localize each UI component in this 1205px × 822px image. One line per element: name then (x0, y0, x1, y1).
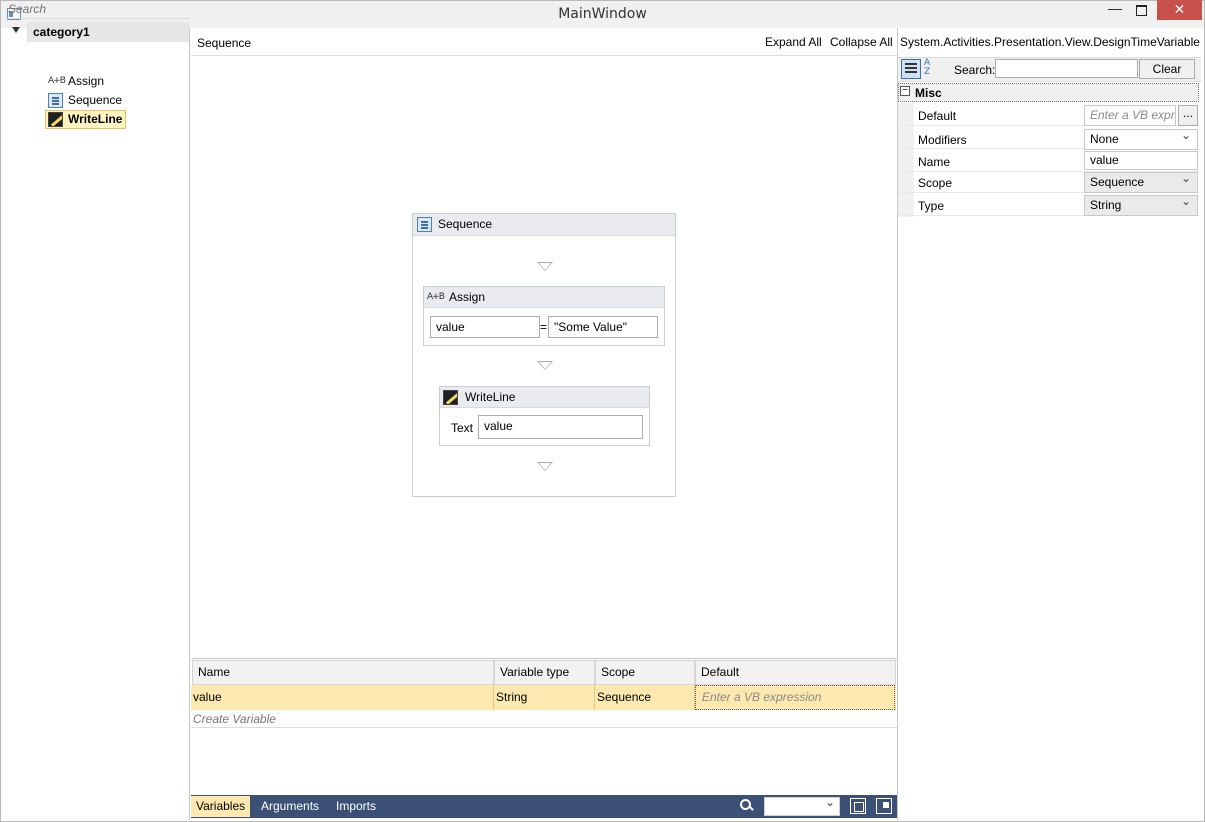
overview-map-icon[interactable] (876, 798, 892, 814)
maximize-button[interactable] (1128, 0, 1154, 20)
breadcrumb[interactable]: Sequence (197, 36, 251, 50)
assign-activity[interactable]: A+B Assign value = "Some Value" (423, 286, 665, 346)
property-name-type: Type (918, 199, 945, 213)
expand-all-link[interactable]: Expand All (765, 35, 822, 49)
alphabetical-sort-icon[interactable]: A Z (924, 59, 944, 79)
property-name-name: Name (918, 155, 951, 169)
toolbox-item-writeline[interactable]: WriteLine (45, 110, 127, 129)
toolbox-item-label: Assign (68, 74, 105, 88)
assign-activity-header: A+B Assign (424, 287, 664, 308)
toolbox-item-sequence[interactable]: Sequence (46, 92, 122, 110)
assign-to-field[interactable]: value (430, 316, 540, 338)
property-search-label: Search: (954, 63, 996, 77)
clear-button[interactable]: Clear (1139, 59, 1195, 79)
ellipsis-button[interactable]: ... (1178, 105, 1198, 126)
collapse-toggle-icon[interactable]: − (900, 86, 910, 96)
writeline-text-field[interactable]: value (478, 415, 643, 439)
variable-name-cell[interactable]: value (191, 685, 494, 710)
writeline-icon (48, 112, 63, 127)
column-header-scope[interactable]: Scope (595, 660, 695, 685)
column-header-variable-type[interactable]: Variable type (494, 660, 595, 685)
property-value-name[interactable]: value (1084, 151, 1198, 170)
magnifier-icon[interactable] (739, 798, 755, 814)
variable-default-cell[interactable]: Enter a VB expression (695, 685, 895, 710)
sequence-activity[interactable]: Sequence A+B Assign value = "Some Value"… (412, 213, 676, 497)
property-value-modifiers[interactable]: None (1084, 126, 1198, 150)
toolbox-panel (1, 28, 190, 820)
property-grid-title: System.Activities.Presentation.View.Desi… (900, 35, 1200, 49)
property-value-type[interactable]: String (1084, 192, 1198, 216)
zoom-select[interactable] (764, 795, 840, 816)
expander-triangle-icon[interactable] (12, 27, 20, 33)
drop-target-arrow-icon[interactable] (537, 462, 553, 471)
category-row-misc[interactable] (898, 83, 1199, 102)
variable-scope-cell[interactable]: Sequence (595, 685, 695, 710)
property-name-default: Default (918, 109, 957, 123)
writeline-text-label: Text (451, 421, 474, 435)
toolbox-search-input[interactable]: Search (5, 1, 190, 19)
assign-icon: A+B (427, 292, 445, 302)
categorized-view-icon[interactable] (901, 59, 921, 79)
sequence-activity-title: Sequence (438, 217, 493, 231)
category-label-misc: Misc (915, 86, 942, 100)
toolbox-item-label: Sequence (68, 93, 123, 107)
variable-type-cell[interactable]: String (494, 685, 595, 710)
property-value-default[interactable]: Enter a VB expression (1084, 105, 1176, 126)
column-header-name[interactable]: Name (192, 660, 494, 685)
sort-icon-glyph: A Z (924, 58, 931, 77)
sequence-icon (48, 93, 63, 108)
sequence-activity-header: Sequence (413, 214, 675, 236)
property-search-input[interactable] (995, 59, 1138, 78)
assign-icon: A+B (48, 76, 66, 86)
close-button[interactable]: ✕ (1157, 0, 1202, 20)
tab-imports[interactable]: Imports (331, 796, 381, 817)
collapse-all-link[interactable]: Collapse All (830, 35, 893, 49)
drop-target-arrow-icon[interactable] (537, 361, 553, 370)
writeline-activity[interactable]: WriteLine Text value (439, 386, 650, 446)
writeline-activity-header: WriteLine (440, 387, 649, 408)
sequence-icon (417, 217, 432, 232)
tab-variables[interactable]: Variables (191, 796, 251, 817)
writeline-icon (443, 390, 458, 405)
create-variable-link[interactable]: Create Variable (193, 712, 276, 726)
drop-target-arrow-icon[interactable] (537, 262, 553, 271)
assign-value-field[interactable]: "Some Value" (548, 316, 658, 338)
assign-activity-title: Assign (449, 290, 486, 304)
assign-equals-sign: = (540, 320, 548, 334)
toolbox-item-assign[interactable]: A+B Assign (46, 73, 104, 91)
property-name-scope: Scope (918, 176, 953, 190)
column-header-default[interactable]: Default (695, 660, 896, 685)
divider (191, 727, 897, 728)
toolbox-category-label: category1 (33, 25, 90, 39)
property-value-scope[interactable]: Sequence (1084, 169, 1198, 193)
tab-arguments[interactable]: Arguments (256, 796, 324, 817)
fit-to-screen-icon[interactable] (850, 798, 866, 814)
property-name-modifiers: Modifiers (918, 133, 967, 147)
writeline-activity-title: WriteLine (465, 390, 516, 404)
toolbox-item-label: WriteLine (68, 112, 123, 126)
